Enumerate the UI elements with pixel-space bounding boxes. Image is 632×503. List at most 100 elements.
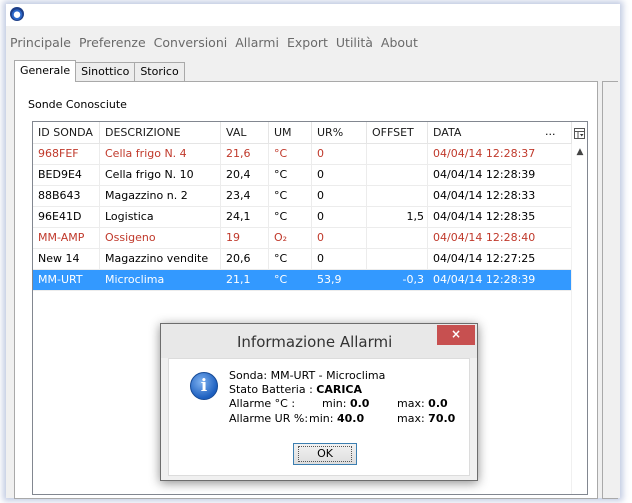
list-scrollbar[interactable]: ▲ [571, 144, 587, 494]
menu-preferenze[interactable]: Preferenze [79, 35, 146, 55]
menu-principale[interactable]: Principale [10, 35, 71, 55]
cell-data: 04/04/14 12:28:37 [433, 147, 536, 160]
cell-val: 20,4 [221, 165, 269, 185]
ok-button-label: OK [298, 446, 352, 462]
side-panel [602, 81, 618, 499]
menu-export[interactable]: Export [287, 35, 328, 55]
alarm-info-dialog: Informazione Allarmi × i Sonda: MM-URT -… [160, 323, 478, 481]
column-chooser-icon[interactable] [571, 122, 587, 144]
cell-descrizione: Logistica [100, 207, 221, 227]
app-logo-icon[interactable] [10, 7, 24, 21]
ok-button[interactable]: OK [293, 443, 357, 465]
cell-descrizione: Magazzino n. 2 [100, 186, 221, 206]
cell-um: °C [269, 186, 312, 206]
cell-val: 23,4 [221, 186, 269, 206]
dialog-battery-line: Stato Batteria : CARICA [229, 383, 362, 396]
menu-conversioni[interactable]: Conversioni [154, 35, 228, 55]
cell-data: 04/04/14 12:28:39 [433, 273, 536, 286]
cell-val: 20,6 [221, 249, 269, 269]
cell-offset [367, 249, 428, 269]
cell-descrizione: Microclima [100, 270, 221, 290]
cell-data: 04/04/14 12:28:40 [433, 231, 536, 244]
cell-data: 04/04/14 12:27:25 [433, 252, 536, 265]
cell-descrizione: Cella frigo N. 4 [100, 144, 221, 164]
cell-descrizione: Ossigeno [100, 228, 221, 248]
column-header-descrizione[interactable]: DESCRIZIONE [100, 122, 221, 144]
table-row[interactable]: MM-URT Microclima 21,1 °C 53,9 -0,3 04/04/14 1… [33, 270, 571, 291]
table-row[interactable]: New 14 Magazzino vendite 20,6 °C 0 04/04/14 1… [33, 249, 571, 270]
table-row[interactable]: BED9E4 Cella frigo N. 10 20,4 °C 0 04/04/14 1… [33, 165, 571, 186]
cell-val: 21,1 [221, 270, 269, 290]
column-header-um[interactable]: UM [269, 122, 312, 144]
title-bar [6, 4, 620, 26]
menu-utilita[interactable]: Utilità [336, 35, 373, 55]
menu-allarmi[interactable]: Allarmi [235, 35, 279, 55]
dialog-sonda-text: Sonda: MM-URT - Microclima [229, 369, 386, 382]
cell-data: 04/04/14 12:28:39 [433, 168, 536, 181]
alarm-c-max-label: max: [397, 397, 425, 410]
cell-id: 88B643 [33, 186, 100, 206]
cell-ur: 0 [312, 207, 367, 227]
alarm-ur-min-label: min: [309, 412, 334, 425]
column-header-offset[interactable]: OFFSET [367, 122, 428, 144]
cell-ur: 0 [312, 186, 367, 206]
cell-id: 96E41D [33, 207, 100, 227]
cell-ur: 0 [312, 228, 367, 248]
cell-offset [367, 228, 428, 248]
battery-label: Stato Batteria : [229, 383, 313, 396]
cell-id: New 14 [33, 249, 100, 269]
header-more-columns[interactable]: ... [545, 122, 556, 144]
cell-um: °C [269, 270, 312, 290]
cell-um: O₂ [269, 228, 312, 248]
alarm-ur-max-value: 70.0 [428, 412, 456, 425]
alarm-ur-min-value: 40.0 [336, 412, 365, 425]
alarm-c-max-value: 0.0 [428, 397, 448, 410]
column-header-id[interactable]: ID SONDA [33, 122, 100, 144]
cell-ur: 53,9 [312, 270, 367, 290]
cell-um: °C [269, 249, 312, 269]
cell-um: °C [269, 165, 312, 185]
alarm-c-label: Allarme °C : [229, 397, 296, 410]
tab-strip: Generale Sinottico Storico [14, 60, 185, 82]
cell-offset [367, 165, 428, 185]
cell-val: 19 [221, 228, 269, 248]
table-row[interactable]: 88B643 Magazzino n. 2 23,4 °C 0 04/04/14 12:2… [33, 186, 571, 207]
cell-ur: 0 [312, 249, 367, 269]
cell-offset [367, 186, 428, 206]
dialog-close-button[interactable]: × [437, 325, 475, 345]
tab-generale[interactable]: Generale [14, 60, 77, 82]
alarm-c-min-value: 0.0 [349, 397, 370, 410]
battery-value: CARICA [316, 383, 363, 396]
alarm-c-min-label: min: [322, 397, 347, 410]
cell-ur: 0 [312, 144, 367, 164]
dialog-body: i Sonda: MM-URT - Microclima Stato Batte… [168, 358, 470, 476]
cell-id: BED9E4 [33, 165, 100, 185]
cell-id: MM-AMP [33, 228, 100, 248]
dialog-title-bar[interactable]: Informazione Allarmi × [161, 324, 477, 358]
cell-data: 04/04/14 12:28:33 [433, 189, 536, 202]
alarm-c-max: max: 0.0 [397, 397, 448, 410]
info-icon: i [190, 372, 218, 400]
table-row[interactable]: 96E41D Logistica 24,1 °C 0 1,5 04/04/14 12:28:… [33, 207, 571, 228]
table-row[interactable]: 968FEF Cella frigo N. 4 21,6 °C 0 04/04/14 12… [33, 144, 571, 165]
cell-data: 04/04/14 12:28:35 [433, 210, 536, 223]
list-rows: 968FEF Cella frigo N. 4 21,6 °C 0 04/04/14 12… [33, 144, 571, 291]
alarm-ur-max: max: 70.0 [397, 412, 455, 425]
list-header: ID SONDA DESCRIZIONE VAL UM UR% OFFSET D… [33, 122, 571, 144]
group-title: Sonde Conosciute [28, 98, 127, 111]
scroll-up-arrow-icon[interactable]: ▲ [572, 144, 587, 160]
cell-um: °C [269, 144, 312, 164]
tab-storico[interactable]: Storico [134, 62, 185, 82]
alarm-ur-max-label: max: [397, 412, 425, 425]
cell-offset: 1,5 [367, 207, 428, 227]
alarm-ur-min: min: 40.0 [309, 412, 364, 425]
menu-about[interactable]: About [381, 35, 418, 55]
dialog-title: Informazione Allarmi [237, 333, 393, 351]
alarm-ur-label: Allarme UR %: [229, 412, 309, 425]
column-header-val[interactable]: VAL [221, 122, 269, 144]
column-header-ur[interactable]: UR% [312, 122, 367, 144]
cell-descrizione: Magazzino vendite [100, 249, 221, 269]
menu-bar: Principale Preferenze Conversioni Allarm… [6, 35, 426, 55]
tab-sinottico[interactable]: Sinottico [75, 62, 136, 82]
table-row[interactable]: MM-AMP Ossigeno 19 O₂ 0 04/04/14 12:28:40 [33, 228, 571, 249]
